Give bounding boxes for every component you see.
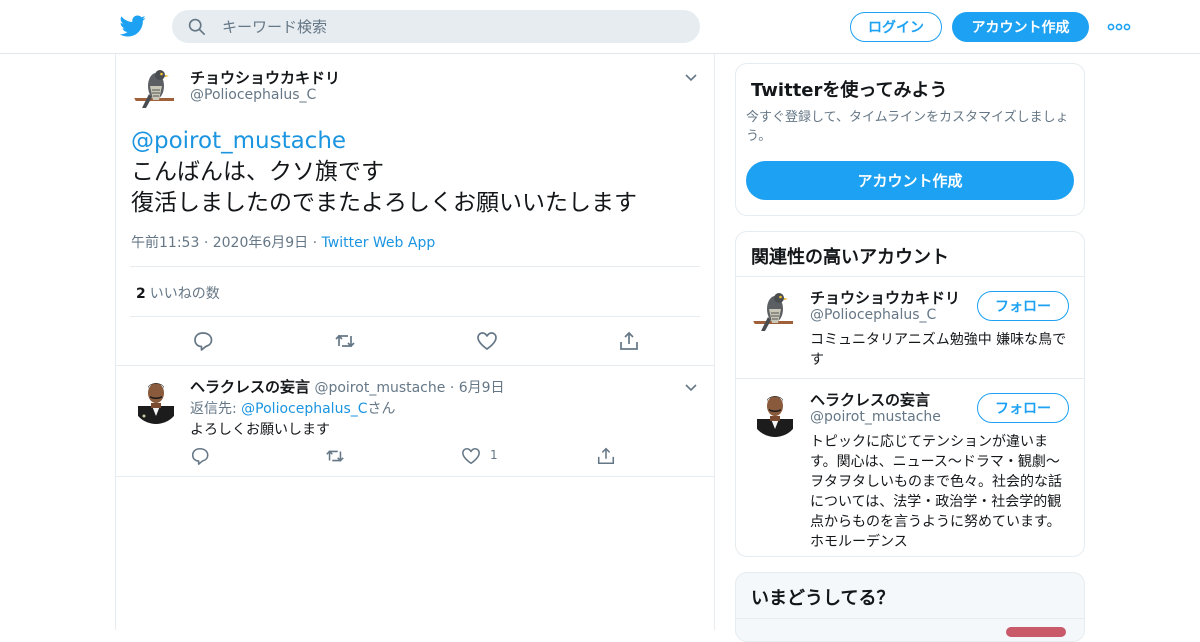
- search-icon: [188, 18, 206, 36]
- divider: [736, 618, 1084, 619]
- separator-dot: ·: [312, 235, 322, 251]
- reply-tweet[interactable]: ヘラクレスの妄言 @poirot_mustache · 6月9日 返信先: @P…: [116, 366, 714, 477]
- trend-image-thumbnail[interactable]: [1006, 627, 1066, 637]
- separator-dot: ·: [449, 380, 455, 396]
- trends-card: いまどうしてる？: [735, 572, 1085, 642]
- divider: [736, 276, 1084, 277]
- like-count: 1: [490, 448, 498, 462]
- account-handle[interactable]: @poirot_mustache: [810, 409, 941, 425]
- search-input[interactable]: [222, 10, 682, 43]
- more-options-icon[interactable]: [1106, 18, 1132, 36]
- login-button[interactable]: ログイン: [850, 12, 942, 42]
- twitter-bird-icon[interactable]: [119, 13, 146, 39]
- avatar[interactable]: [132, 64, 180, 112]
- likes-label: いいねの数: [149, 286, 220, 302]
- tweet-time[interactable]: 午前11:53: [131, 235, 199, 251]
- card-title: いまどうしてる？: [751, 588, 895, 609]
- related-accounts-card: 関連性の高いアカウント チョウショウカキドリ @Poliocephalus_C …: [735, 231, 1085, 557]
- likes-count: 2: [136, 286, 146, 302]
- author-name[interactable]: チョウショウカキドリ: [190, 67, 340, 88]
- avatar[interactable]: [751, 287, 799, 335]
- main-tweet: チョウショウカキドリ @Poliocephalus_C @poirot_must…: [116, 54, 714, 366]
- mention-link[interactable]: @Poliocephalus_C: [241, 401, 367, 417]
- mention-link[interactable]: @poirot_mustache: [131, 128, 346, 154]
- account-name[interactable]: ヘラクレスの妄言: [810, 389, 930, 410]
- tweet-date[interactable]: 2020年6月9日: [213, 235, 308, 251]
- tweet-line: こんばんは、クソ旗です: [131, 159, 384, 185]
- chevron-down-icon[interactable]: [684, 380, 698, 394]
- reply-header: ヘラクレスの妄言 @poirot_mustache · 6月9日: [190, 376, 505, 397]
- divider: [130, 316, 700, 317]
- divider: [130, 266, 700, 267]
- card-title: Twitterを使ってみよう: [751, 80, 948, 101]
- divider: [736, 378, 1084, 379]
- top-navigation-bar: ログイン アカウント作成: [0, 0, 1200, 54]
- tweet-metadata: 午前11:53 · 2020年6月9日 · Twitter Web App: [131, 232, 435, 252]
- signup-button[interactable]: アカウント作成: [952, 12, 1089, 42]
- reply-to-line: 返信先: @Poliocephalus_Cさん: [190, 398, 396, 418]
- follow-button[interactable]: フォロー: [977, 393, 1069, 423]
- heart-icon[interactable]: [476, 330, 498, 352]
- reply-date[interactable]: 6月9日: [459, 380, 505, 396]
- signup-card: Twitterを使ってみよう 今すぐ登録して、タイムラインをカスタマイズしましょ…: [735, 63, 1085, 216]
- author-handle[interactable]: @poirot_mustache: [314, 380, 445, 396]
- card-title: 関連性の高いアカウント: [751, 247, 949, 268]
- reply-text: よろしくお願いします: [190, 422, 330, 438]
- account-bio: コミュニタリアニズム勉強中 嫌味な鳥です: [810, 332, 1067, 368]
- follow-button[interactable]: フォロー: [977, 291, 1069, 321]
- author-name[interactable]: ヘラクレスの妄言: [190, 378, 310, 396]
- tweet-source[interactable]: Twitter Web App: [322, 235, 436, 251]
- avatar[interactable]: [751, 389, 799, 437]
- separator-dot: ·: [203, 235, 213, 251]
- card-subtitle: 今すぐ登録して、タイムラインをカスタマイズしましょう。: [746, 110, 1069, 144]
- search-box[interactable]: [172, 10, 700, 43]
- reply-icon[interactable]: [190, 446, 210, 466]
- share-icon[interactable]: [596, 446, 616, 466]
- heart-icon[interactable]: [461, 446, 481, 466]
- author-handle[interactable]: @Poliocephalus_C: [190, 87, 316, 103]
- retweet-icon[interactable]: [325, 446, 345, 466]
- chevron-down-icon[interactable]: [684, 70, 698, 84]
- account-handle[interactable]: @Poliocephalus_C: [810, 307, 936, 323]
- retweet-icon[interactable]: [334, 330, 356, 352]
- main-timeline-column: チョウショウカキドリ @Poliocephalus_C @poirot_must…: [115, 54, 715, 630]
- create-account-button[interactable]: アカウント作成: [746, 161, 1074, 200]
- reply-to-suffix: さん: [367, 401, 396, 417]
- tweet-text: @poirot_mustache こんばんは、クソ旗です 復活しましたのでまたよ…: [131, 126, 637, 219]
- reply-icon[interactable]: [192, 330, 214, 352]
- account-bio: トピックに応じてテンションが違います。関心は、ニュース〜ドラマ・観劇〜ヲタヲタし…: [810, 434, 1062, 550]
- share-icon[interactable]: [618, 330, 640, 352]
- avatar[interactable]: [132, 376, 180, 424]
- tweet-line: 復活しましたのでまたよろしくお願いいたします: [131, 190, 637, 216]
- likes-stat[interactable]: 2 いいねの数: [136, 283, 220, 303]
- account-name[interactable]: チョウショウカキドリ: [810, 287, 960, 308]
- reply-to-prefix: 返信先:: [190, 401, 242, 417]
